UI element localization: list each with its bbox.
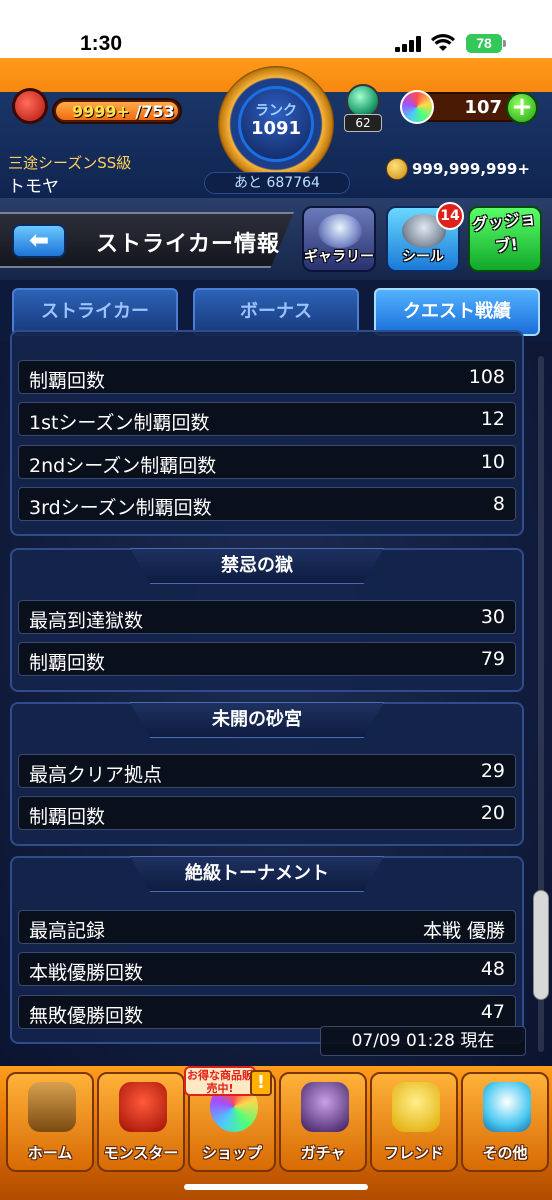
good-job-label: グッジョブ!	[471, 208, 537, 257]
add-orb-button[interactable]: +	[506, 92, 538, 124]
section-title: 禁忌の獄	[130, 548, 384, 584]
nav-gacha-button[interactable]: ガチャ	[279, 1072, 367, 1172]
gallery-label: ギャラリー	[304, 249, 374, 265]
status-time: 1:30	[80, 32, 123, 55]
stamina-icon	[12, 88, 48, 124]
list-item: 最高クリア拠点 29	[18, 754, 516, 788]
row-label: 本戦優勝回数	[29, 962, 144, 984]
rank-value: 1091	[250, 118, 302, 139]
good-job-button[interactable]: グッジョブ!	[468, 206, 542, 272]
row-label: 制覇回数	[29, 370, 106, 392]
section-title: 絶級トーナメント	[130, 856, 384, 892]
row-label: 1stシーズン制覇回数	[29, 412, 210, 434]
rank-next-exp: あと 687764	[204, 172, 350, 194]
list-item: 制覇回数 79	[18, 642, 516, 676]
list-item: 最高記録 本戦 優勝	[18, 910, 516, 944]
row-label: 2ndシーズン制覇回数	[29, 455, 217, 477]
row-label: 最高到達獄数	[29, 610, 144, 632]
list-item: 1stシーズン制覇回数 12	[18, 402, 516, 436]
home-icon	[28, 1082, 76, 1132]
coin-icon	[386, 158, 408, 180]
orb-count: 107	[464, 97, 502, 118]
status-bar: 1:30 78	[0, 0, 552, 58]
friend-icon	[392, 1082, 440, 1132]
list-item: 無敗優勝回数 47	[18, 995, 516, 1029]
wifi-icon	[431, 34, 455, 51]
page-title: ストライカー情報	[96, 232, 281, 257]
nav-monster-label: モンスター	[103, 1144, 179, 1162]
nav-friend-label: フレンド	[383, 1144, 444, 1162]
battery-icon: 78	[466, 34, 502, 53]
seal-label: シール	[402, 249, 444, 265]
nav-monster-button[interactable]: モンスター	[97, 1072, 185, 1172]
question-icon	[483, 1082, 531, 1132]
row-label: 最高クリア拠点	[29, 764, 163, 786]
list-item: 制覇回数 108	[18, 360, 516, 394]
battery-tip	[503, 40, 506, 47]
row-value: 108	[468, 366, 505, 388]
row-label: 3rdシーズン制覇回数	[29, 497, 212, 519]
signal-icon	[395, 36, 423, 52]
row-value: 8	[492, 493, 505, 515]
row-value: 12	[480, 408, 505, 430]
row-value: 30	[480, 606, 505, 628]
orb-icon	[400, 90, 434, 124]
row-value: 48	[480, 958, 505, 980]
user-name: トモヤ	[8, 177, 59, 197]
row-value: 47	[480, 1001, 505, 1023]
stamina-current: 9999+	[72, 102, 130, 121]
rank-label: ランク	[255, 103, 297, 119]
updated-timestamp: 07/09 01:28 現在	[320, 1026, 526, 1056]
item-icon[interactable]	[346, 84, 380, 118]
coin-value: 999,999,999+	[412, 160, 530, 178]
tab-quest-record[interactable]: クエスト戦績	[374, 288, 540, 336]
monster-icon	[119, 1082, 167, 1132]
seal-notification-badge: 14	[436, 202, 464, 230]
gacha-icon	[301, 1082, 349, 1132]
list-item: 本戦優勝回数 48	[18, 952, 516, 986]
gallery-icon	[318, 214, 362, 248]
tab-bonus[interactable]: ボーナス	[193, 288, 359, 336]
row-value: 10	[480, 451, 505, 473]
row-label: 制覇回数	[29, 652, 106, 674]
gallery-button[interactable]: ギャラリー	[302, 206, 376, 272]
item-count: 62	[344, 114, 382, 132]
nav-other-button[interactable]: その他	[461, 1072, 549, 1172]
tab-striker[interactable]: ストライカー	[12, 288, 178, 336]
list-item: 3rdシーズン制覇回数 8	[18, 487, 516, 521]
row-value: 20	[480, 802, 505, 824]
home-indicator[interactable]	[184, 1184, 368, 1190]
row-value: 本戦 優勝	[422, 920, 505, 942]
nav-gacha-label: ガチャ	[300, 1144, 346, 1162]
stamina-text: 9999+ /753	[72, 102, 175, 121]
row-label: 制覇回数	[29, 806, 106, 828]
back-button[interactable]: ⬅	[12, 224, 66, 258]
stamina-max: /753	[129, 102, 175, 121]
row-value: 79	[480, 648, 505, 670]
list-item: 2ndシーズン制覇回数 10	[18, 445, 516, 479]
nav-home-label: ホーム	[27, 1144, 73, 1162]
nav-shop-label: ショップ	[201, 1144, 262, 1162]
row-value: 29	[480, 760, 505, 782]
scrollbar-thumb[interactable]	[533, 890, 549, 1000]
row-label: 無敗優勝回数	[29, 1005, 144, 1027]
shop-sale-tag: お得な商品販売中!	[184, 1066, 256, 1096]
section-title: 未開の砂宮	[130, 702, 384, 738]
list-item: 最高到達獄数 30	[18, 600, 516, 634]
row-label: 最高記録	[29, 920, 106, 942]
nav-friend-button[interactable]: フレンド	[370, 1072, 458, 1172]
list-item: 制覇回数 20	[18, 796, 516, 830]
user-class: 三途シーズンSS級	[8, 154, 132, 172]
nav-home-button[interactable]: ホーム	[6, 1072, 94, 1172]
nav-other-label: その他	[482, 1144, 528, 1162]
shop-alert-icon: !	[250, 1070, 272, 1096]
